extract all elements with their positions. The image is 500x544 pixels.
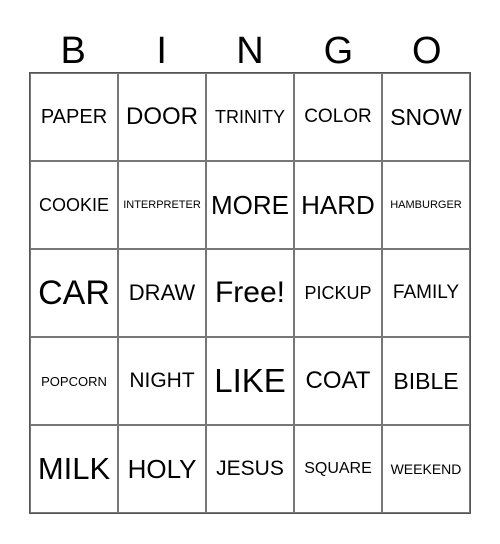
bingo-cell[interactable]: MILK — [30, 425, 118, 513]
header-letter-i: I — [156, 30, 167, 72]
bingo-cell[interactable]: HOLY — [118, 425, 206, 513]
bingo-cell[interactable]: SQUARE — [294, 425, 382, 513]
bingo-cell[interactable]: JESUS — [206, 425, 294, 513]
bingo-cell[interactable]: WEEKEND — [382, 425, 470, 513]
bingo-cell[interactable]: POPCORN — [30, 337, 118, 425]
bingo-cell[interactable]: INTERPRETER — [118, 161, 206, 249]
bingo-cell[interactable]: MORE — [206, 161, 294, 249]
bingo-cell[interactable]: HAMBURGER — [382, 161, 470, 249]
bingo-cell[interactable]: DRAW — [118, 249, 206, 337]
bingo-header: B I N G O — [29, 30, 471, 72]
free-space-cell[interactable]: Free! — [206, 249, 294, 337]
bingo-cell[interactable]: PICKUP — [294, 249, 382, 337]
header-letter-o: O — [412, 30, 442, 72]
bingo-cell[interactable]: SNOW — [382, 73, 470, 161]
bingo-cell[interactable]: TRINITY — [206, 73, 294, 161]
bingo-cell[interactable]: NIGHT — [118, 337, 206, 425]
bingo-cell[interactable]: FAMILY — [382, 249, 470, 337]
bingo-cell[interactable]: COOKIE — [30, 161, 118, 249]
bingo-cell[interactable]: CAR — [30, 249, 118, 337]
bingo-grid: PAPER DOOR TRINITY COLOR SNOW COOKIE INTERPRET… — [29, 72, 471, 514]
header-letter-b: B — [60, 30, 86, 72]
header-letter-g: G — [323, 30, 354, 72]
bingo-cell[interactable]: PAPER — [30, 73, 118, 161]
bingo-cell[interactable]: BIBLE — [382, 337, 470, 425]
bingo-cell[interactable]: COLOR — [294, 73, 382, 161]
bingo-cell[interactable]: LIKE — [206, 337, 294, 425]
bingo-cell[interactable]: HARD — [294, 161, 382, 249]
bingo-cell[interactable]: COAT — [294, 337, 382, 425]
bingo-cell[interactable]: DOOR — [118, 73, 206, 161]
header-letter-n: N — [236, 30, 264, 72]
